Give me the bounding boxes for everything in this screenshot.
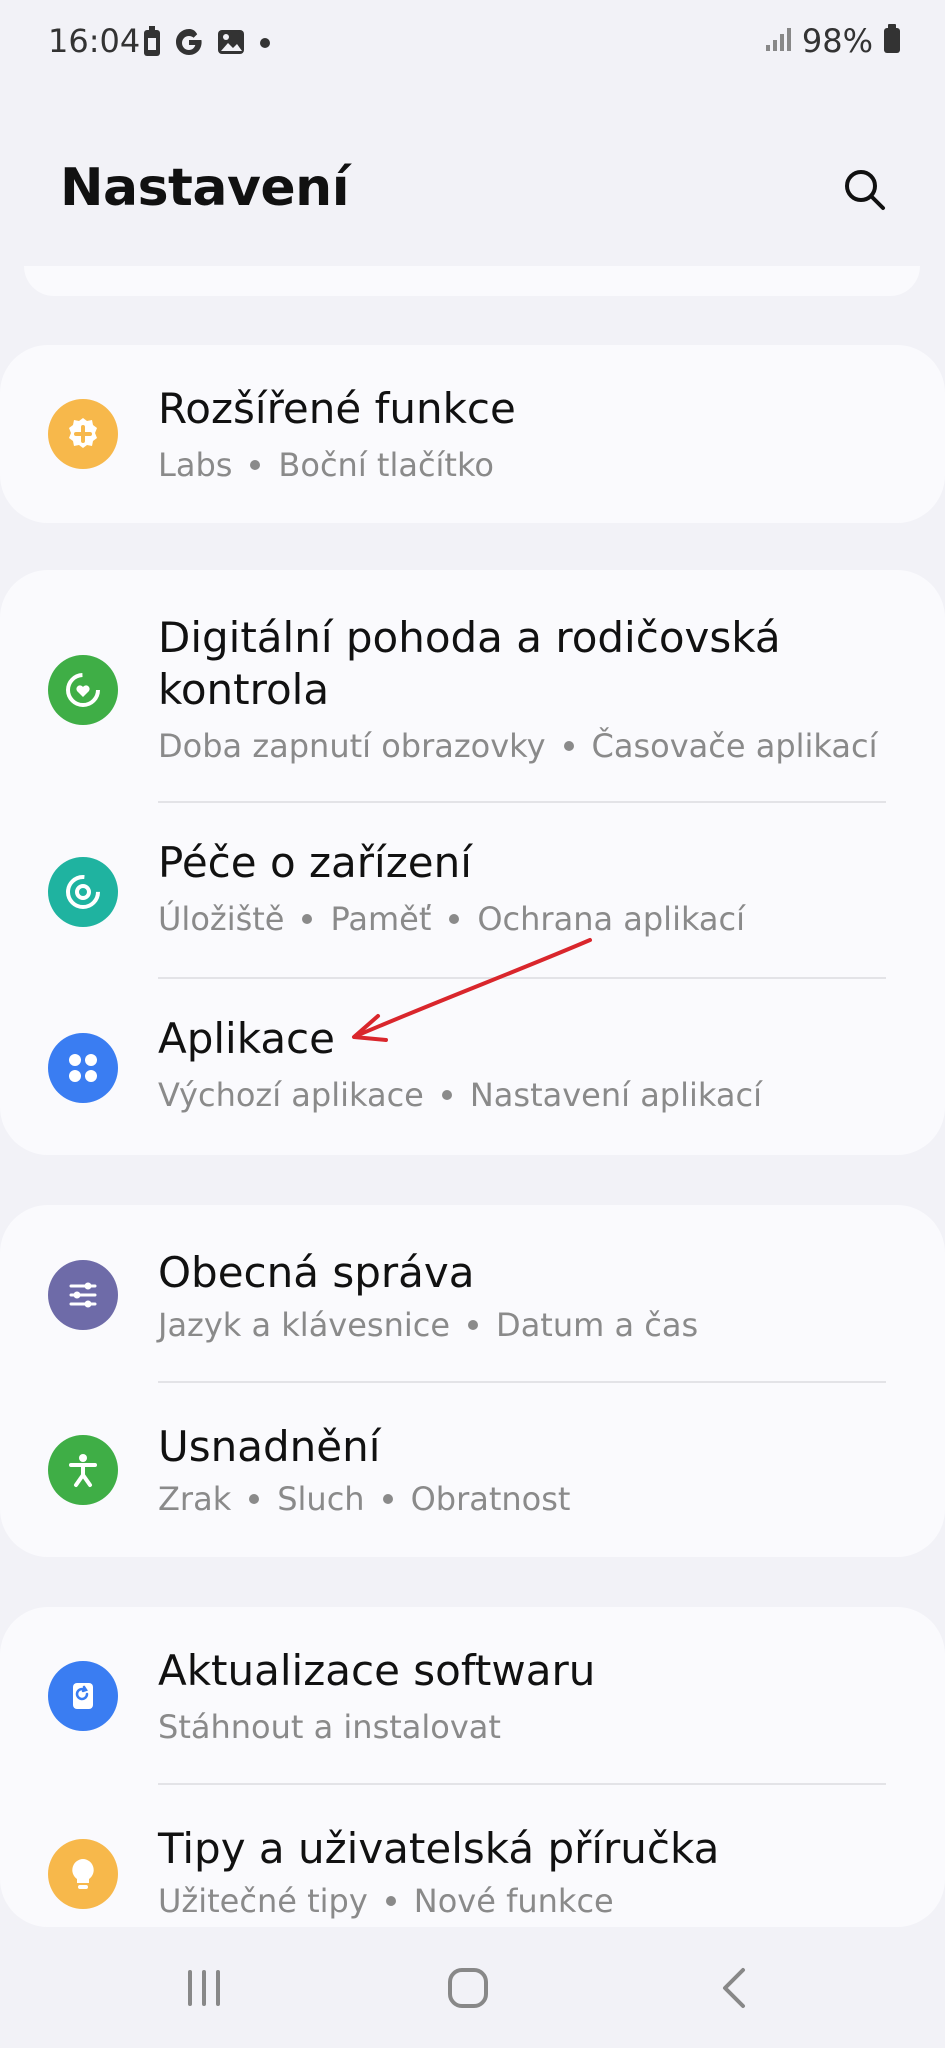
item-title: Obecná správa [158, 1248, 475, 1297]
battery-percent: 98% [801, 22, 873, 60]
item-subtitle: Labs Boční tlačítko [158, 446, 494, 484]
item-subtitle: Doba zapnutí obrazovky Časovače aplikací [158, 727, 878, 765]
list-item-tips-manual[interactable]: Tipy a uživatelská příručka Užitečné tip… [0, 1785, 945, 1927]
gear-plus-icon [48, 399, 118, 469]
item-title: Aktualizace softwaru [158, 1646, 596, 1695]
page-title: Nastavení [60, 158, 350, 218]
wellbeing-icon [48, 655, 118, 725]
search-button[interactable] [835, 160, 895, 220]
battery-saver-icon [142, 26, 162, 62]
navigation-bar [0, 1930, 945, 2048]
list-item-digital-wellbeing[interactable]: Digitální pohoda a rodičovská kontrola D… [0, 570, 945, 802]
more-notifications-dot-icon [258, 35, 272, 54]
settings-card-general: Obecná správa Jazyk a klávesnice Datum a … [0, 1205, 945, 1557]
item-subtitle: Jazyk a klávesnice Datum a čas [158, 1306, 699, 1344]
back-button[interactable] [694, 1956, 774, 2020]
settings-card-advanced: Rozšířené funkce Labs Boční tlačítko [0, 345, 945, 523]
header: Nastavení [0, 130, 945, 250]
item-title-line2: kontrola [158, 665, 330, 714]
apps-grid-icon [48, 1033, 118, 1103]
list-item-advanced-features[interactable]: Rozšířené funkce Labs Boční tlačítko [0, 345, 945, 523]
battery-icon [883, 24, 901, 58]
accessibility-icon [48, 1435, 118, 1505]
settings-card-apps: Digitální pohoda a rodičovská kontrola D… [0, 570, 945, 1155]
list-item-software-update[interactable]: Aktualizace softwaru Stáhnout a instalov… [0, 1607, 945, 1783]
back-icon [723, 1968, 745, 2008]
list-item-accessibility[interactable]: Usnadnění Zrak Sluch Obratnost [0, 1383, 945, 1557]
item-subtitle: Užitečné tipy Nové funkce [158, 1882, 614, 1920]
item-title: Usnadnění [158, 1422, 381, 1471]
signal-icon [764, 25, 792, 57]
device-care-icon [48, 857, 118, 927]
status-time: 16:04 [48, 22, 141, 60]
item-title: Aplikace [158, 1014, 335, 1063]
search-icon [845, 170, 885, 210]
item-subtitle: Úložiště Paměť Ochrana aplikací [158, 900, 746, 938]
previous-card-edge [24, 266, 920, 296]
item-subtitle: Výchozí aplikace Nastavení aplikací [158, 1076, 762, 1114]
item-title: Rozšířené funkce [158, 384, 516, 433]
notification-icons [142, 26, 272, 62]
settings-card-support: Aktualizace softwaru Stáhnout a instalov… [0, 1607, 945, 1927]
home-button[interactable] [428, 1956, 508, 2020]
item-title-line1: Digitální pohoda a rodičovská [158, 613, 781, 662]
list-item-general-management[interactable]: Obecná správa Jazyk a klávesnice Datum a … [0, 1205, 945, 1381]
item-subtitle: Zrak Sluch Obratnost [158, 1480, 571, 1518]
item-title: Tipy a uživatelská příručka [158, 1824, 720, 1873]
home-icon [448, 1968, 488, 2008]
recents-button[interactable] [164, 1956, 244, 2020]
list-item-device-care[interactable]: Péče o zařízení Úložiště Paměť Ochrana apl… [0, 803, 945, 979]
google-icon [174, 27, 204, 61]
recents-icon [188, 1970, 220, 2006]
gallery-icon [216, 27, 246, 61]
status-bar: 16:04 98% [0, 0, 945, 90]
item-title: Péče o zařízení [158, 838, 472, 887]
software-update-icon [48, 1661, 118, 1731]
sliders-icon [48, 1260, 118, 1330]
item-subtitle: Stáhnout a instalovat [158, 1708, 501, 1746]
list-item-apps[interactable]: Aplikace Výchozí aplikace Nastavení aplik… [0, 979, 945, 1155]
lightbulb-icon [48, 1839, 118, 1909]
